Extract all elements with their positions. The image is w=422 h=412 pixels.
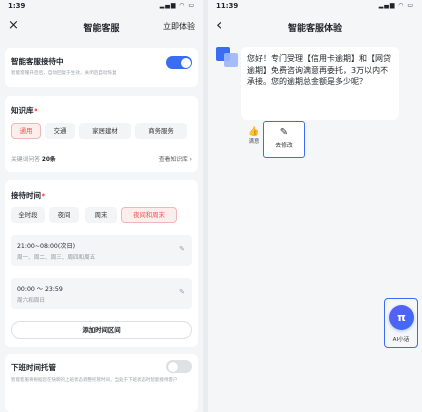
bot-avatar [216, 47, 240, 71]
kb-chip-business[interactable]: 商务服务 [135, 123, 187, 139]
slot-time: 00:00 ～ 23:59 [17, 286, 63, 293]
toggle-knob [167, 361, 178, 372]
bot-message: 您好！专门受理【信用卡逾期】和【网贷逾期】免费咨询满意再委托，3万以内不承接。您… [241, 47, 399, 120]
status-bar: 1:39 ▂▄▆ ◠ ▭ [0, 0, 203, 14]
knowledge-card: 知识库• 通用 交通 家居建材 商务服务 关键词问答 20条 查看知识库 › [5, 96, 198, 172]
edit-reply-button[interactable]: ✎ 去修改 [263, 121, 305, 158]
page-title: 智能客服体验 [287, 24, 342, 34]
qa-count-label: 关键词问答 [11, 157, 40, 163]
reception-time-card: 接待时间• 全时段 夜间 周末 夜间和周末 21:00~08:00(次日) 周一… [5, 180, 198, 347]
thumbs-up-icon: 👍 [248, 127, 260, 137]
online-toggle[interactable] [166, 56, 192, 69]
settings-screen: 1:39 ▂▄▆ ◠ ▭ × 智能客服 立即体验 智能客服接待中 智能客服开启后… [0, 0, 203, 412]
slot-time: 21:00~08:00(次日) [17, 243, 76, 250]
online-title: 智能客服接待中 [11, 57, 64, 66]
chat-preview-screen: 11:39 ▂▄▆ ◠ ▭ ‹ 智能客服体验 您好！专门受理【信用卡逾期】和【网… [208, 0, 422, 412]
time-option-night[interactable]: 夜间 [49, 207, 79, 223]
time-option-weekend[interactable]: 周末 [85, 207, 117, 223]
qa-count: 关键词问答 20条 [11, 154, 56, 163]
required-mark: • [41, 191, 46, 200]
edit-label: 去修改 [275, 143, 293, 149]
try-now-button[interactable]: 立即体验 [163, 21, 195, 32]
reception-title: 接待时间• [11, 190, 46, 201]
avatar-shape [224, 53, 238, 67]
offhours-desc: 智能客服将根据您在快聊的上班状态调整托管时间，当处于下班状态时智能接待客户 [11, 378, 178, 383]
reception-title-text: 接待时间 [11, 191, 41, 200]
kb-chip-traffic[interactable]: 交通 [45, 123, 75, 139]
time-option-night-weekend[interactable]: 夜间和周末 [121, 207, 177, 223]
kb-chip-home[interactable]: 家居建材 [79, 123, 131, 139]
knowledge-title: 知识库• [11, 105, 38, 116]
status-icons: ▂▄▆ ◠ ▭ [378, 2, 414, 9]
nav-bar: ‹ 智能客服体验 [208, 15, 422, 39]
status-icons: ▂▄▆ ◠ ▭ [159, 2, 195, 9]
slot-days: 周六和周日 [17, 298, 45, 304]
like-button[interactable]: 👍 满意 [246, 127, 262, 145]
status-time: 11:39 [216, 2, 239, 10]
knowledge-title-text: 知识库 [11, 106, 34, 115]
status-time: 1:39 [8, 2, 26, 10]
offhours-toggle[interactable] [166, 360, 192, 373]
offhours-title: 下班时间托管 [11, 363, 56, 372]
like-label: 满意 [248, 139, 260, 145]
online-desc: 智能客服开启后，自动回复于生效，关闭后自动恢复 [11, 71, 117, 76]
view-knowledge-link[interactable]: 查看知识库 › [159, 154, 192, 163]
ai-label: AI小话 [392, 337, 410, 343]
offhours-card: 下班时间托管 智能客服将根据您在快聊的上班状态调整托管时间，当处于下班状态时智能… [5, 354, 198, 412]
status-bar: 11:39 ▂▄▆ ◠ ▭ [208, 0, 422, 14]
online-card: 智能客服接待中 智能客服开启后，自动回复于生效，关闭后自动恢复 [5, 48, 198, 87]
time-slot[interactable]: 00:00 ～ 23:59 周六和周日 ✎ [11, 278, 192, 309]
qa-count-value: 20条 [41, 157, 56, 163]
time-option-all[interactable]: 全时段 [11, 207, 45, 223]
kb-chip-general[interactable]: 通用 [11, 123, 41, 139]
add-time-range-button[interactable]: 添加时间区间 [11, 321, 192, 339]
ai-assistant-button[interactable]: π AI小话 [384, 298, 418, 348]
toggle-knob [180, 57, 191, 68]
edit-icon[interactable]: ✎ [179, 245, 185, 253]
ai-logo-icon: π [389, 305, 414, 330]
edit-icon: ✎ [279, 127, 289, 138]
nav-bar: × 智能客服 立即体验 [0, 15, 203, 39]
slot-days: 周一、周二、周三、周四和周五 [17, 255, 96, 261]
required-mark: • [33, 106, 39, 115]
edit-icon[interactable]: ✎ [179, 288, 185, 296]
time-slot[interactable]: 21:00~08:00(次日) 周一、周二、周三、周四和周五 ✎ [11, 235, 192, 266]
